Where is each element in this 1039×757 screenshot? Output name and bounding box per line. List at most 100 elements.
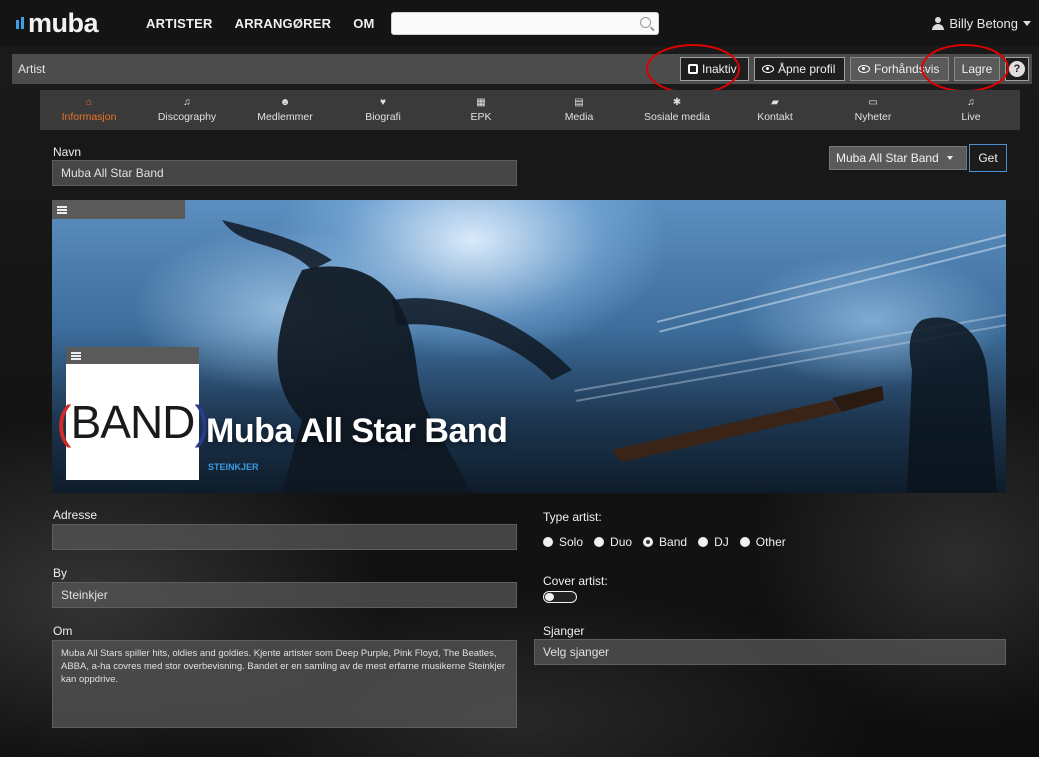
save-button[interactable]: Lagre — [954, 57, 1000, 81]
radio-dot — [739, 537, 750, 547]
user-name: Billy Betong — [949, 15, 1018, 31]
tab-media[interactable]: ▤ Media — [530, 90, 628, 130]
users-icon: ☻ — [279, 96, 291, 108]
search-box — [390, 11, 659, 35]
preview-button[interactable]: Forhåndsvis — [850, 57, 949, 81]
search-input[interactable] — [391, 12, 658, 34]
city-field[interactable] — [52, 582, 517, 608]
radio-label: Other — [755, 535, 786, 549]
band-location-link[interactable]: STEINKJER — [208, 462, 259, 472]
section-tabs: ⌂ Informasjon ♫ Discography ☻ Medlemmer … — [40, 90, 1020, 130]
get-button[interactable]: Get — [969, 144, 1007, 172]
radio-dot — [594, 537, 605, 547]
user-icon — [932, 16, 945, 30]
chevron-down-icon — [1023, 20, 1031, 26]
tab-label: Kontakt — [757, 110, 793, 123]
tab-medlemmer[interactable]: ☻ Medlemmer — [236, 90, 334, 130]
page-title: Artist — [18, 62, 46, 76]
muba-logo[interactable]: muba — [16, 7, 134, 38]
tab-label: Medlemmer — [257, 110, 313, 123]
preview-label: Forhåndsvis — [874, 62, 940, 76]
logo-bars-icon — [16, 17, 24, 29]
tab-epk[interactable]: ▦ EPK — [432, 90, 530, 130]
radio-solo[interactable]: Solo — [543, 535, 583, 549]
city-label: By — [53, 566, 68, 580]
radio-dj[interactable]: DJ — [698, 535, 729, 549]
tab-label: Sosiale media — [644, 110, 710, 123]
logo-paren-left: ( — [56, 396, 71, 448]
open-profile-label: Åpne profil — [778, 62, 836, 76]
square-icon — [688, 64, 698, 74]
open-profile-button[interactable]: Åpne profil — [754, 57, 845, 81]
file-icon: ▤ — [574, 96, 584, 108]
type-artist-label: Type artist: — [543, 510, 602, 524]
newspaper-icon: ▭ — [868, 96, 878, 108]
radio-dot — [543, 537, 553, 547]
artist-type-group: Solo Duo Band DJ Other — [543, 535, 786, 549]
header-actions: Inaktiv Åpne profil Forhåndsvis Lagre ? — [680, 57, 1029, 81]
nav-arrangorer[interactable]: ARRANGØRER — [235, 16, 332, 31]
name-label: Navn — [53, 145, 82, 159]
tab-label: Media — [564, 110, 594, 123]
radio-dot — [698, 537, 709, 547]
eye-icon — [858, 65, 870, 73]
music-icon: ♫ — [183, 96, 191, 108]
radio-label: Band — [659, 535, 688, 549]
inactive-label: Inaktiv — [702, 62, 737, 76]
radio-label: Solo — [559, 535, 584, 549]
tab-sosiale-media[interactable]: ✱ Sosiale media — [628, 90, 726, 130]
tab-informasjon[interactable]: ⌂ Informasjon — [40, 90, 138, 130]
search-icon[interactable] — [639, 16, 651, 28]
inactive-button[interactable]: Inaktiv — [680, 57, 749, 81]
tab-discography[interactable]: ♫ Discography — [138, 90, 236, 130]
tab-label: Discography — [157, 110, 217, 123]
hamburger-icon — [57, 205, 67, 214]
tab-kontakt[interactable]: ▰ Kontakt — [726, 90, 824, 130]
eye-icon — [762, 65, 774, 73]
radio-dot — [643, 537, 654, 547]
cover-artist-label: Cover artist: — [543, 574, 608, 588]
logo-word: BAND — [70, 396, 196, 448]
nav-artister[interactable]: ARTISTER — [146, 16, 213, 31]
save-label: Lagre — [961, 62, 993, 76]
tab-label: Live — [961, 110, 981, 123]
about-field[interactable]: Muba All Stars spiller hits, oldies and … — [52, 640, 517, 728]
band-logo-image[interactable]: (BAND) — [56, 364, 210, 480]
music-icon: ♫ — [967, 96, 975, 108]
cover-artist-toggle[interactable] — [543, 591, 577, 603]
help-icon: ? — [1009, 61, 1025, 77]
artist-select-value: Muba All Star Band — [836, 151, 939, 165]
artist-select[interactable]: Muba All Star Band — [829, 146, 967, 170]
calendar-icon: ▦ — [476, 96, 486, 108]
home-icon: ⌂ — [85, 96, 93, 108]
top-navbar: muba ARTISTER ARRANGØRER OM Billy Betong — [0, 0, 1039, 46]
address-field[interactable] — [52, 524, 517, 550]
tab-label: Nyheter — [854, 110, 892, 123]
genre-label: Sjanger — [543, 624, 585, 638]
tab-nyheter[interactable]: ▭ Nyheter — [824, 90, 922, 130]
logo-text: muba — [28, 7, 99, 38]
band-name-title: Muba All Star Band — [206, 412, 508, 450]
gear-icon: ✱ — [672, 96, 682, 108]
logo-menu-button[interactable] — [66, 347, 199, 364]
banner-menu-button[interactable] — [52, 200, 185, 219]
tab-label: Informasjon — [61, 110, 117, 123]
tab-label: EPK — [470, 110, 492, 123]
radio-duo[interactable]: Duo — [594, 535, 632, 549]
book-icon: ▰ — [771, 96, 779, 108]
tab-biografi[interactable]: ♥ Biografi — [334, 90, 432, 130]
radio-label: DJ — [714, 535, 729, 549]
nav-om[interactable]: OM — [353, 16, 374, 31]
radio-band[interactable]: Band — [643, 535, 687, 549]
user-menu[interactable]: Billy Betong — [932, 16, 1031, 31]
help-button[interactable]: ? — [1005, 57, 1029, 81]
genre-select[interactable]: Velg sjanger — [534, 639, 1006, 665]
radio-label: Duo — [610, 535, 633, 549]
tab-live[interactable]: ♫ Live — [922, 90, 1020, 130]
address-label: Adresse — [53, 508, 98, 522]
about-label: Om — [53, 624, 73, 638]
name-field[interactable] — [52, 160, 517, 186]
radio-other[interactable]: Other — [739, 535, 786, 549]
hamburger-icon — [71, 351, 81, 360]
tab-label: Biografi — [365, 110, 401, 123]
